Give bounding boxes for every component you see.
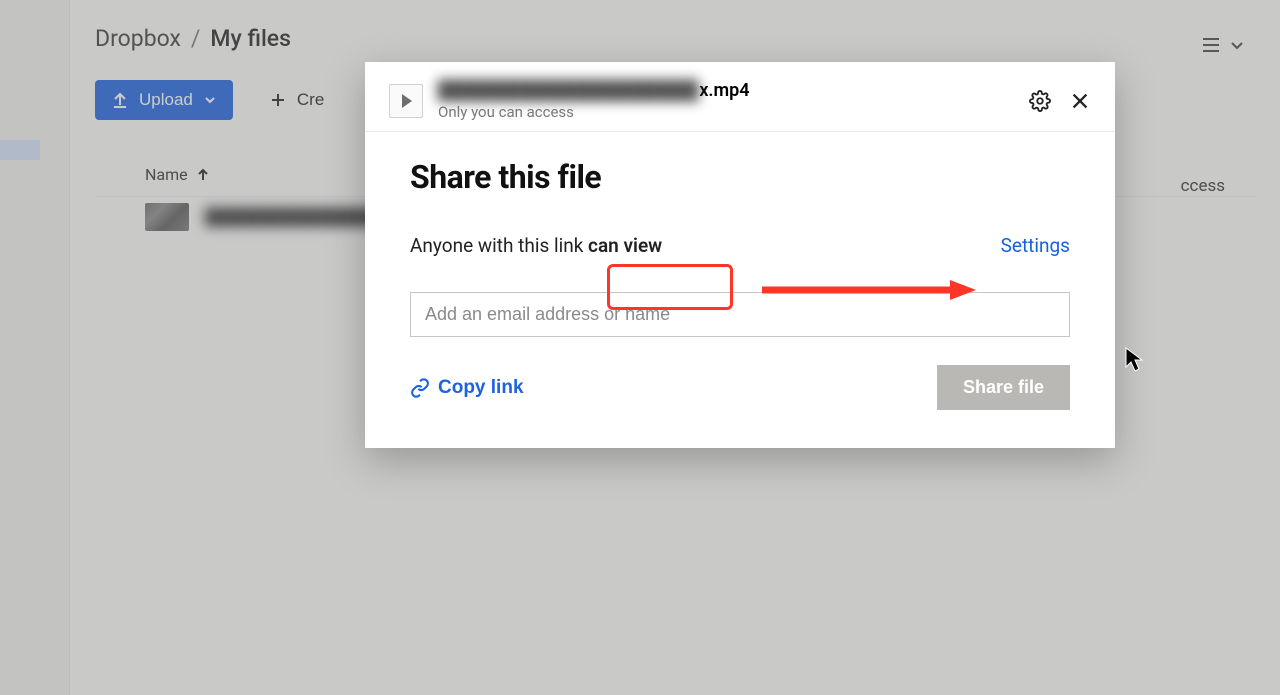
sort-asc-icon [196, 168, 210, 182]
share-file-button[interactable]: Share file [937, 365, 1070, 410]
chevron-down-icon [1229, 37, 1245, 53]
share-heading: Share this file [410, 158, 1070, 196]
breadcrumb-root[interactable]: Dropbox [95, 25, 181, 52]
share-email-input[interactable] [410, 292, 1070, 337]
column-name-header[interactable]: Name [145, 165, 188, 184]
permission-text[interactable]: Anyone with this link can view [410, 234, 662, 257]
video-file-icon [389, 84, 423, 118]
modal-filename: ███████████████████x.mp4 [438, 80, 1014, 101]
share-modal: ███████████████████x.mp4 Only you can ac… [365, 62, 1115, 448]
list-view-icon [1201, 35, 1221, 55]
copy-link-button[interactable]: Copy link [410, 377, 524, 399]
file-thumbnail-icon [145, 203, 189, 231]
plus-icon [269, 91, 287, 109]
upload-button[interactable]: Upload [95, 80, 233, 120]
breadcrumb: Dropbox / My files [95, 25, 1255, 52]
breadcrumb-current: My files [210, 25, 291, 52]
column-access-header: ccess [1181, 176, 1225, 196]
create-button[interactable]: Cre [255, 80, 338, 120]
close-icon[interactable] [1069, 90, 1091, 112]
view-options[interactable] [1201, 35, 1245, 55]
upload-label: Upload [139, 90, 193, 110]
link-icon [410, 378, 430, 398]
chevron-down-icon [203, 93, 217, 107]
modal-access-subtitle: Only you can access [438, 103, 1014, 121]
create-label: Cre [297, 90, 324, 110]
gear-icon[interactable] [1029, 90, 1051, 112]
copy-link-label: Copy link [438, 377, 524, 399]
upload-icon [111, 91, 129, 109]
settings-link[interactable]: Settings [1001, 234, 1070, 257]
breadcrumb-separator: / [191, 25, 201, 52]
